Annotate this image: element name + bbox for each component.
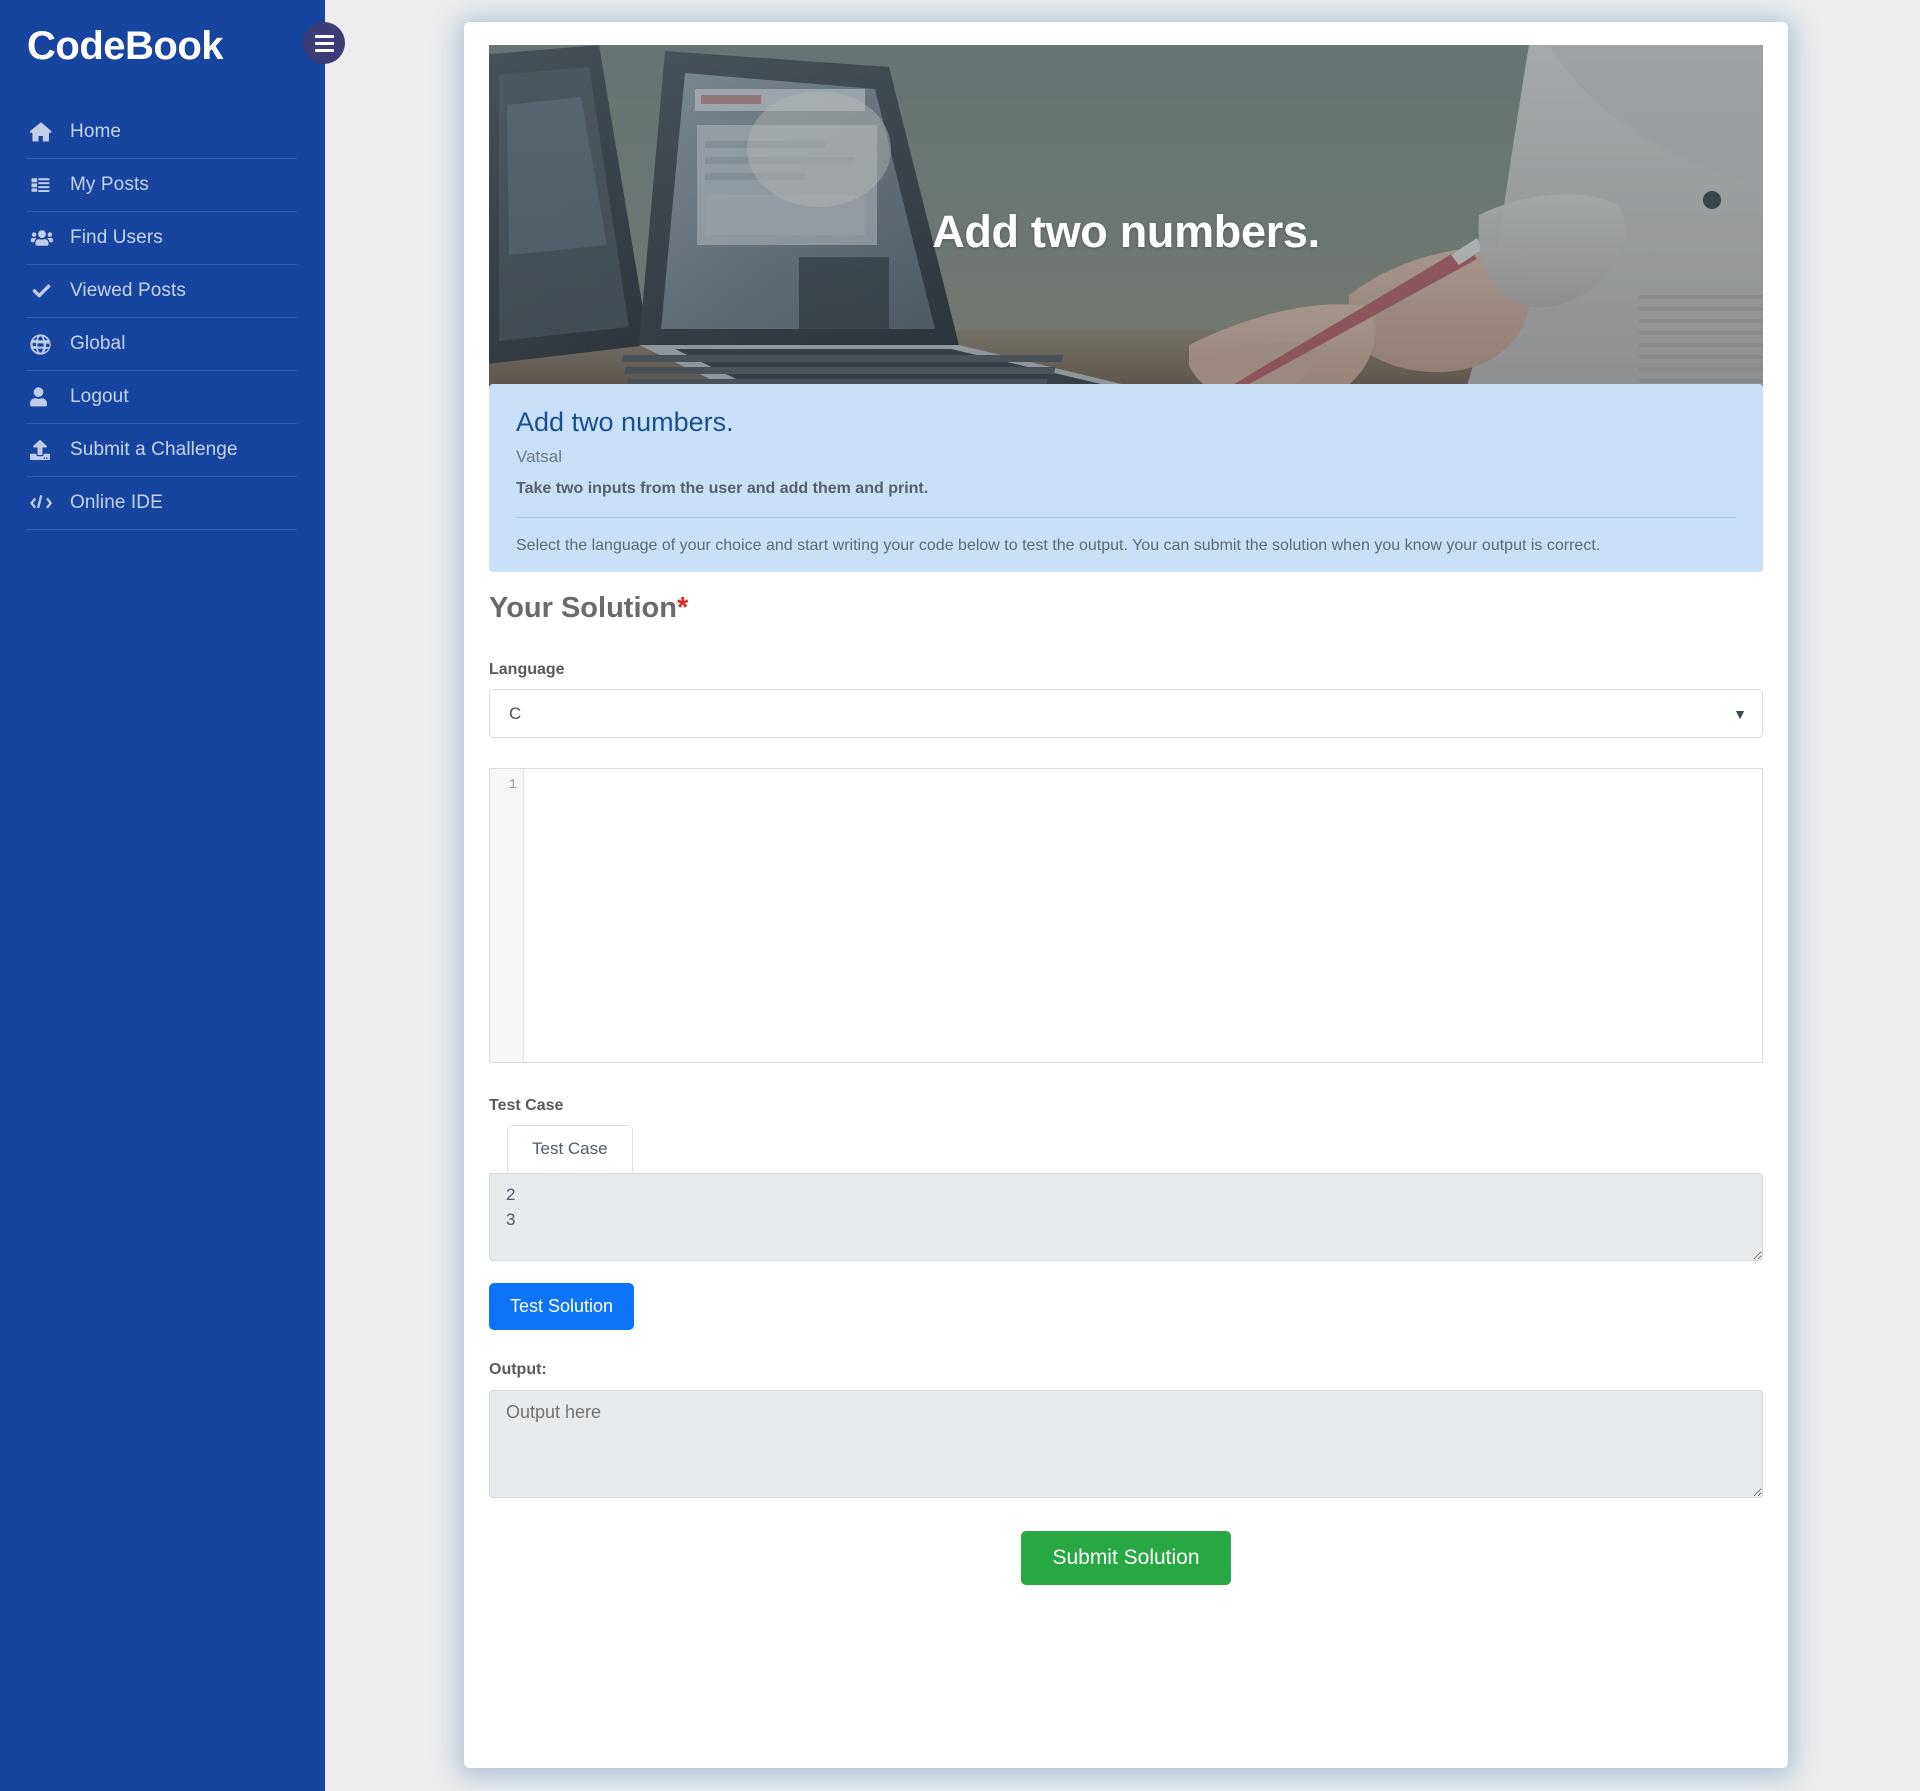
sidebar-item-logout[interactable]: Logout — [26, 371, 297, 424]
hamburger-bar — [315, 35, 334, 38]
check-icon — [26, 282, 70, 300]
challenge-description: Take two inputs from the user and add th… — [516, 480, 1736, 498]
output-label: Output: — [489, 1361, 1763, 1379]
globe-icon — [26, 334, 70, 355]
home-icon — [26, 122, 70, 142]
code-input[interactable] — [524, 769, 1762, 1062]
sidebar-item-submit-a-challenge[interactable]: Submit a Challenge — [26, 424, 297, 477]
page-root: CodeBook Home My Posts Find Users — [0, 0, 1920, 1791]
brand-logo: CodeBook — [0, 0, 325, 70]
sidebar-item-my-posts[interactable]: My Posts — [26, 159, 297, 212]
solution-form: Your Solution* Language CC++JavaPythonJa… — [489, 592, 1763, 1585]
hamburger-menu-button[interactable] — [303, 22, 345, 64]
submit-row: Submit Solution — [489, 1531, 1763, 1585]
sidebar-item-label: Global — [70, 333, 126, 355]
hero-title: Add two numbers. — [489, 206, 1763, 258]
challenge-author: Vatsal — [516, 447, 1736, 467]
tab-test-case[interactable]: Test Case — [507, 1125, 633, 1173]
sidebar-item-label: Home — [70, 121, 121, 143]
sidebar-nav: Home My Posts Find Users Viewed Posts — [0, 106, 325, 530]
info-divider — [516, 517, 1736, 518]
language-select-wrapper: CC++JavaPythonJavaScript ▼ — [489, 689, 1763, 738]
language-label: Language — [489, 661, 1763, 679]
code-icon — [26, 494, 70, 512]
page-title: Your Solution* — [489, 592, 1763, 625]
challenge-card: Add two numbers. Add two numbers. Vatsal… — [464, 22, 1788, 1768]
section-title-text: Your Solution — [489, 592, 677, 624]
users-icon — [26, 229, 70, 247]
sidebar-item-label: Online IDE — [70, 492, 163, 514]
upload-icon — [26, 440, 70, 460]
test-solution-button[interactable]: Test Solution — [489, 1283, 634, 1330]
hamburger-bar — [315, 42, 334, 45]
sidebar-item-label: Submit a Challenge — [70, 439, 238, 461]
challenge-info-box: Add two numbers. Vatsal Take two inputs … — [489, 384, 1763, 572]
code-editor[interactable]: 1 — [489, 768, 1763, 1063]
testcase-label: Test Case — [489, 1097, 1763, 1115]
required-asterisk: * — [677, 592, 688, 624]
sidebar-item-online-ide[interactable]: Online IDE — [26, 477, 297, 530]
sidebar-item-viewed-posts[interactable]: Viewed Posts — [26, 265, 297, 318]
challenge-title: Add two numbers. — [516, 406, 1736, 438]
hamburger-bar — [315, 49, 334, 52]
submit-solution-button[interactable]: Submit Solution — [1021, 1531, 1230, 1585]
output-field[interactable] — [489, 1390, 1763, 1498]
user-icon — [26, 387, 70, 407]
sidebar-item-label: Find Users — [70, 227, 163, 249]
sidebar-item-global[interactable]: Global — [26, 318, 297, 371]
challenge-hint: Select the language of your choice and s… — [516, 537, 1736, 555]
sidebar-item-home[interactable]: Home — [26, 106, 297, 159]
code-editor-gutter: 1 — [490, 769, 524, 1062]
language-select[interactable]: CC++JavaPythonJavaScript — [489, 689, 1763, 738]
sidebar: CodeBook Home My Posts Find Users — [0, 0, 325, 1791]
sidebar-item-label: Viewed Posts — [70, 280, 186, 302]
sidebar-item-label: Logout — [70, 386, 129, 408]
testcase-tabs: Test Case — [489, 1125, 1763, 1173]
list-icon — [26, 176, 70, 194]
sidebar-item-find-users[interactable]: Find Users — [26, 212, 297, 265]
line-number: 1 — [490, 775, 517, 795]
testcase-input[interactable] — [489, 1173, 1763, 1261]
sidebar-item-label: My Posts — [70, 174, 149, 196]
hero-banner: Add two numbers. — [489, 45, 1763, 417]
